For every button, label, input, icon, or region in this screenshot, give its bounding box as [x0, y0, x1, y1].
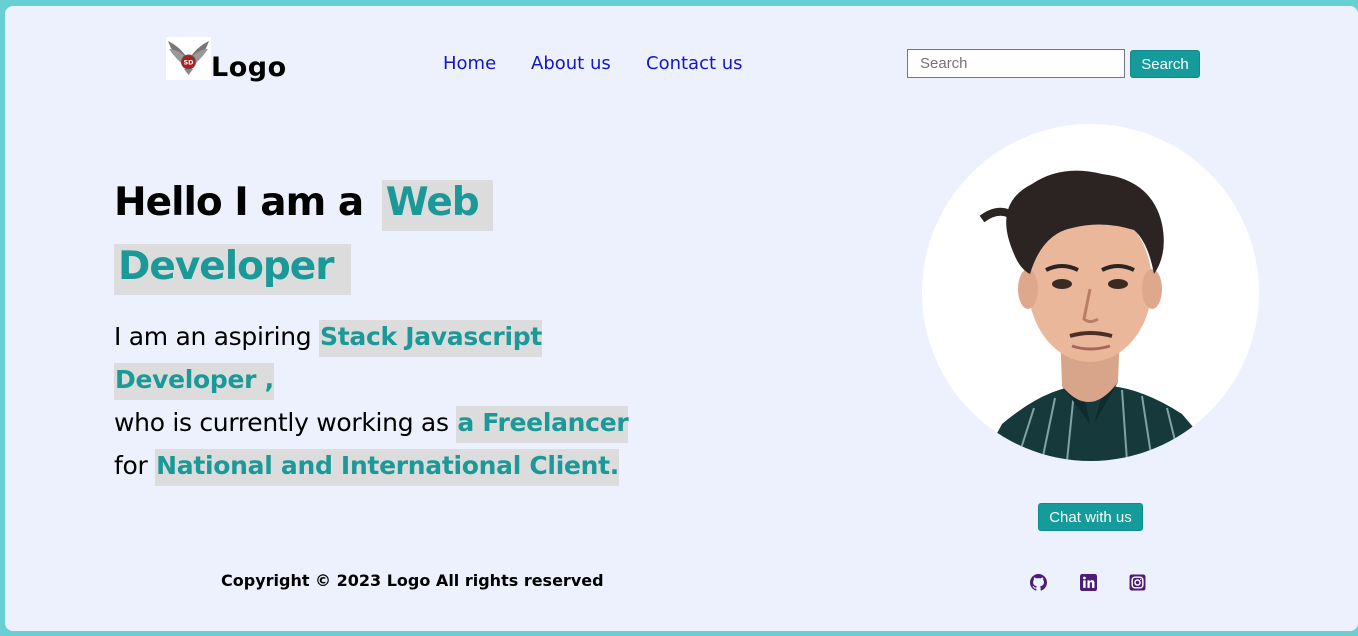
hero-line1-highlight-cont: Developer , — [114, 363, 274, 400]
hero-line3-highlight: National and International Client. — [155, 449, 619, 486]
hero-title: Hello I am a Web Developer — [114, 171, 554, 299]
svg-text:SD: SD — [183, 59, 194, 67]
nav-about-link[interactable]: About us — [531, 53, 611, 74]
instagram-icon[interactable] — [1129, 574, 1146, 591]
hero-title-highlight-developer: Developer — [114, 244, 352, 295]
chat-button[interactable]: Chat with us — [1038, 503, 1143, 531]
hero-line1-highlight: Stack Javascript — [319, 320, 542, 357]
footer-copyright: Copyright © 2023 Logo All rights reserve… — [221, 571, 604, 590]
search-input[interactable] — [907, 49, 1125, 78]
hero-description: I am an aspiring Stack Javascript Develo… — [114, 315, 754, 487]
logo-text[interactable]: Logo — [211, 52, 287, 83]
hero-title-highlight-web: Web — [381, 180, 493, 231]
hero-line2-prefix: who is currently working as — [114, 408, 449, 437]
search-button[interactable]: Search — [1130, 50, 1200, 78]
nav-home-link[interactable]: Home — [443, 53, 496, 74]
hero-line3-prefix: for — [114, 451, 148, 480]
logo-image[interactable]: SD — [166, 37, 211, 80]
hero-line2-highlight: a Freelancer — [456, 406, 629, 443]
winged-badge-icon: SD — [168, 41, 209, 75]
linkedin-icon[interactable] — [1080, 574, 1097, 591]
github-icon[interactable] — [1030, 574, 1047, 591]
person-portrait-icon — [979, 170, 1222, 461]
profile-photo — [922, 124, 1259, 461]
hero-line1-prefix: I am an aspiring — [114, 322, 312, 351]
nav-contact-link[interactable]: Contact us — [646, 53, 743, 74]
hero-title-prefix: Hello I am a — [114, 180, 364, 225]
